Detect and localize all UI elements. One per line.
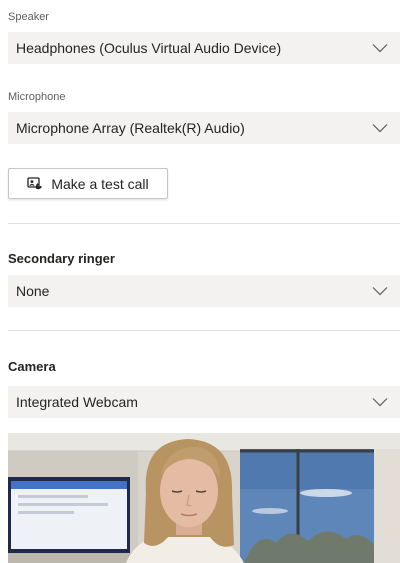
speaker-dropdown[interactable]: Headphones (Oculus Virtual Audio Device)	[8, 32, 400, 64]
speaker-selected-value: Headphones (Oculus Virtual Audio Device)	[16, 40, 282, 56]
chevron-down-icon	[372, 124, 388, 133]
divider	[8, 330, 400, 331]
microphone-selected-value: Microphone Array (Realtek(R) Audio)	[16, 120, 245, 136]
device-settings-panel: Speaker Headphones (Oculus Virtual Audio…	[0, 0, 400, 563]
chevron-down-icon	[372, 44, 388, 53]
make-test-call-label: Make a test call	[51, 175, 149, 192]
call-test-icon	[27, 176, 43, 189]
camera-heading: Camera	[8, 359, 56, 374]
secondary-ringer-heading: Secondary ringer	[8, 251, 115, 266]
secondary-ringer-selected-value: None	[16, 283, 50, 299]
divider	[8, 223, 400, 224]
camera-preview	[8, 433, 400, 563]
make-test-call-button[interactable]: Make a test call	[8, 168, 168, 199]
camera-dropdown[interactable]: Integrated Webcam	[8, 386, 400, 418]
microphone-dropdown[interactable]: Microphone Array (Realtek(R) Audio)	[8, 112, 400, 144]
webcam-feed-image	[8, 433, 400, 563]
speaker-label: Speaker	[8, 11, 49, 23]
microphone-label: Microphone	[8, 91, 66, 103]
chevron-down-icon	[372, 287, 388, 296]
chevron-down-icon	[372, 398, 388, 407]
camera-selected-value: Integrated Webcam	[16, 394, 138, 410]
secondary-ringer-dropdown[interactable]: None	[8, 275, 400, 307]
